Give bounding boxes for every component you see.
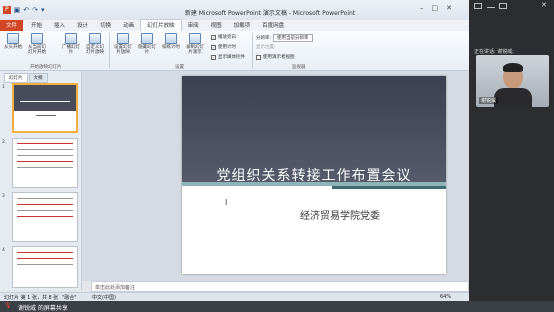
slide-thumbnail[interactable] — [12, 83, 78, 133]
title-bar: P ▣ ↶ ↷ ▾ 新建 Microsoft PowerPoint 演示文稿 -… — [0, 0, 469, 22]
share-label: 谢锐威 的屏幕共享 — [18, 305, 68, 312]
slide-thumbnail[interactable] — [12, 138, 78, 188]
minimize-icon[interactable]: – — [420, 4, 424, 12]
tab-baidu[interactable]: 百度网盘 — [256, 20, 290, 31]
divider — [252, 33, 253, 68]
slide-number: 3 — [2, 194, 5, 199]
custom-slideshow-button[interactable]: 自定义幻灯片放映 — [84, 33, 106, 55]
resolution-dropdown[interactable]: 分辨率: 使用当前分辨率 — [256, 34, 313, 42]
tab-animations[interactable]: 动画 — [117, 20, 140, 31]
slide-number: 1 — [2, 85, 5, 90]
window-title: 新建 Microsoft PowerPoint 演示文稿 - Microsoft… — [184, 10, 356, 17]
text-cursor-icon: I — [225, 198, 228, 207]
group-label-setup: 设置 — [175, 65, 184, 70]
tab-file[interactable]: 文件 — [0, 20, 24, 31]
speaking-indicator: 正在讲话: 谢锐威; — [474, 49, 514, 55]
tab-transitions[interactable]: 切换 — [94, 20, 117, 31]
layout-icon[interactable] — [474, 3, 482, 9]
notes-field[interactable]: 单击此处添加备注 — [91, 281, 469, 292]
tab-view[interactable]: 视图 — [205, 20, 228, 31]
use-timings-checkbox[interactable]: ✓ 使用计时 — [211, 44, 236, 50]
checkbox-checked-icon: ✓ — [211, 34, 216, 40]
slide-subtitle[interactable]: 经济贸易学院党委 — [300, 207, 380, 222]
customize-qat-icon[interactable]: ▾ — [41, 6, 45, 14]
checkbox-unchecked-icon — [256, 54, 261, 60]
participant-video[interactable]: 谢锐威 — [476, 55, 549, 107]
presenter-view-checkbox[interactable]: 使用演示者视图 — [256, 54, 295, 60]
setup-slideshow-button[interactable]: 设置幻灯片放映 — [112, 33, 134, 55]
timer-icon — [165, 33, 177, 44]
undo-icon[interactable]: ↶ — [23, 6, 29, 14]
group-label-monitors: 监视器 — [292, 65, 306, 70]
zoom-level[interactable]: 64% — [440, 294, 451, 300]
slideshow-current-icon — [31, 33, 43, 44]
participant-name: 谢锐威 — [479, 97, 499, 104]
record-slideshow-button[interactable]: 录制幻灯片演示 — [184, 33, 206, 55]
rehearse-timings-button[interactable]: 排练计时 — [160, 33, 182, 50]
powerpoint-logo-icon: P — [3, 6, 11, 14]
person-shirt — [494, 88, 532, 107]
setup-icon — [117, 33, 129, 44]
pane-tabs: 幻灯片 大纲 — [4, 73, 48, 83]
tab-slideshow[interactable]: 幻灯片放映 — [140, 19, 182, 31]
slide-title[interactable]: 党组织关系转接工作布置会议 — [182, 165, 446, 185]
save-icon[interactable]: ▣ — [14, 6, 21, 14]
record-icon — [189, 33, 201, 44]
slide-thumbnail[interactable] — [12, 246, 78, 288]
checkbox-checked-icon: ✓ — [211, 44, 216, 50]
divider — [109, 33, 110, 68]
slides-pane: 幻灯片 大纲 1 2 3 4 — [0, 71, 82, 290]
broadcast-button[interactable]: 广播幻灯片 — [60, 33, 82, 55]
slide-number: 4 — [2, 248, 5, 253]
group-label-start: 开始放映幻灯片 — [30, 65, 62, 70]
custom-show-icon — [89, 33, 101, 44]
language-indicator: 中文(中国) — [92, 295, 116, 301]
redo-icon[interactable]: ↷ — [32, 6, 38, 14]
broadcast-icon — [65, 33, 77, 44]
hide-slide-icon — [141, 33, 153, 44]
slide-counter: 幻灯片 第 1 张，共 8 张 — [4, 295, 59, 301]
hide-slide-button[interactable]: 隐藏幻灯片 — [136, 33, 158, 55]
mic-icon[interactable]: 🎙 — [4, 302, 12, 309]
tab-insert[interactable]: 插入 — [48, 20, 71, 31]
quick-access-toolbar: P ▣ ↶ ↷ ▾ — [3, 6, 45, 14]
slide-number: 2 — [2, 140, 5, 145]
meeting-panel: ✕ 正在讲话: 谢锐威; 谢锐威 — [469, 0, 554, 301]
tab-review[interactable]: 审阅 — [182, 20, 205, 31]
show-on-dropdown[interactable]: 显示位置: — [256, 44, 276, 50]
close-icon[interactable]: ✕ — [446, 4, 452, 12]
show-media-controls-checkbox[interactable]: ✓ 显示媒体控件 — [211, 54, 245, 60]
checkbox-checked-icon: ✓ — [211, 54, 216, 60]
slide-thumbnail[interactable] — [12, 192, 78, 242]
accent-stripe — [332, 186, 446, 189]
tab-slides[interactable]: 幻灯片 — [4, 73, 28, 83]
play-narrations-checkbox[interactable]: ✓ 播放旁白 — [211, 34, 236, 40]
slideshow-start-icon — [7, 33, 19, 44]
slide-canvas[interactable]: 党组织关系转接工作布置会议 经济贸易学院党委 — [182, 76, 446, 274]
maximize-icon[interactable]: □ — [432, 4, 439, 12]
screen-share-bar: 🎙 谢锐威 的屏幕共享 — [0, 301, 554, 312]
maximize-icon[interactable] — [499, 3, 507, 9]
status-bar: 幻灯片 第 1 张，共 8 张 "融合" 中文(中国) 64% — [0, 292, 469, 301]
person-hair — [503, 63, 523, 72]
tab-outline[interactable]: 大纲 — [28, 73, 48, 83]
tab-design[interactable]: 设计 — [71, 20, 94, 31]
ribbon: 从头开始 从当前幻灯片开始 广播幻灯片 自定义幻灯片放映 设置幻灯片放映 隐藏幻… — [0, 31, 469, 71]
from-current-button[interactable]: 从当前幻灯片开始 — [26, 33, 48, 55]
ribbon-tabs: 文件 开始 插入 设计 切换 动画 幻灯片放映 审阅 视图 加载项 百度网盘 — [0, 19, 469, 31]
minimize-icon[interactable] — [487, 7, 495, 8]
tab-addins[interactable]: 加载项 — [228, 20, 257, 31]
from-beginning-button[interactable]: 从头开始 — [2, 33, 24, 50]
close-icon[interactable]: ✕ — [541, 1, 547, 9]
tab-home[interactable]: 开始 — [25, 20, 48, 31]
theme-name: "融合" — [62, 295, 77, 301]
